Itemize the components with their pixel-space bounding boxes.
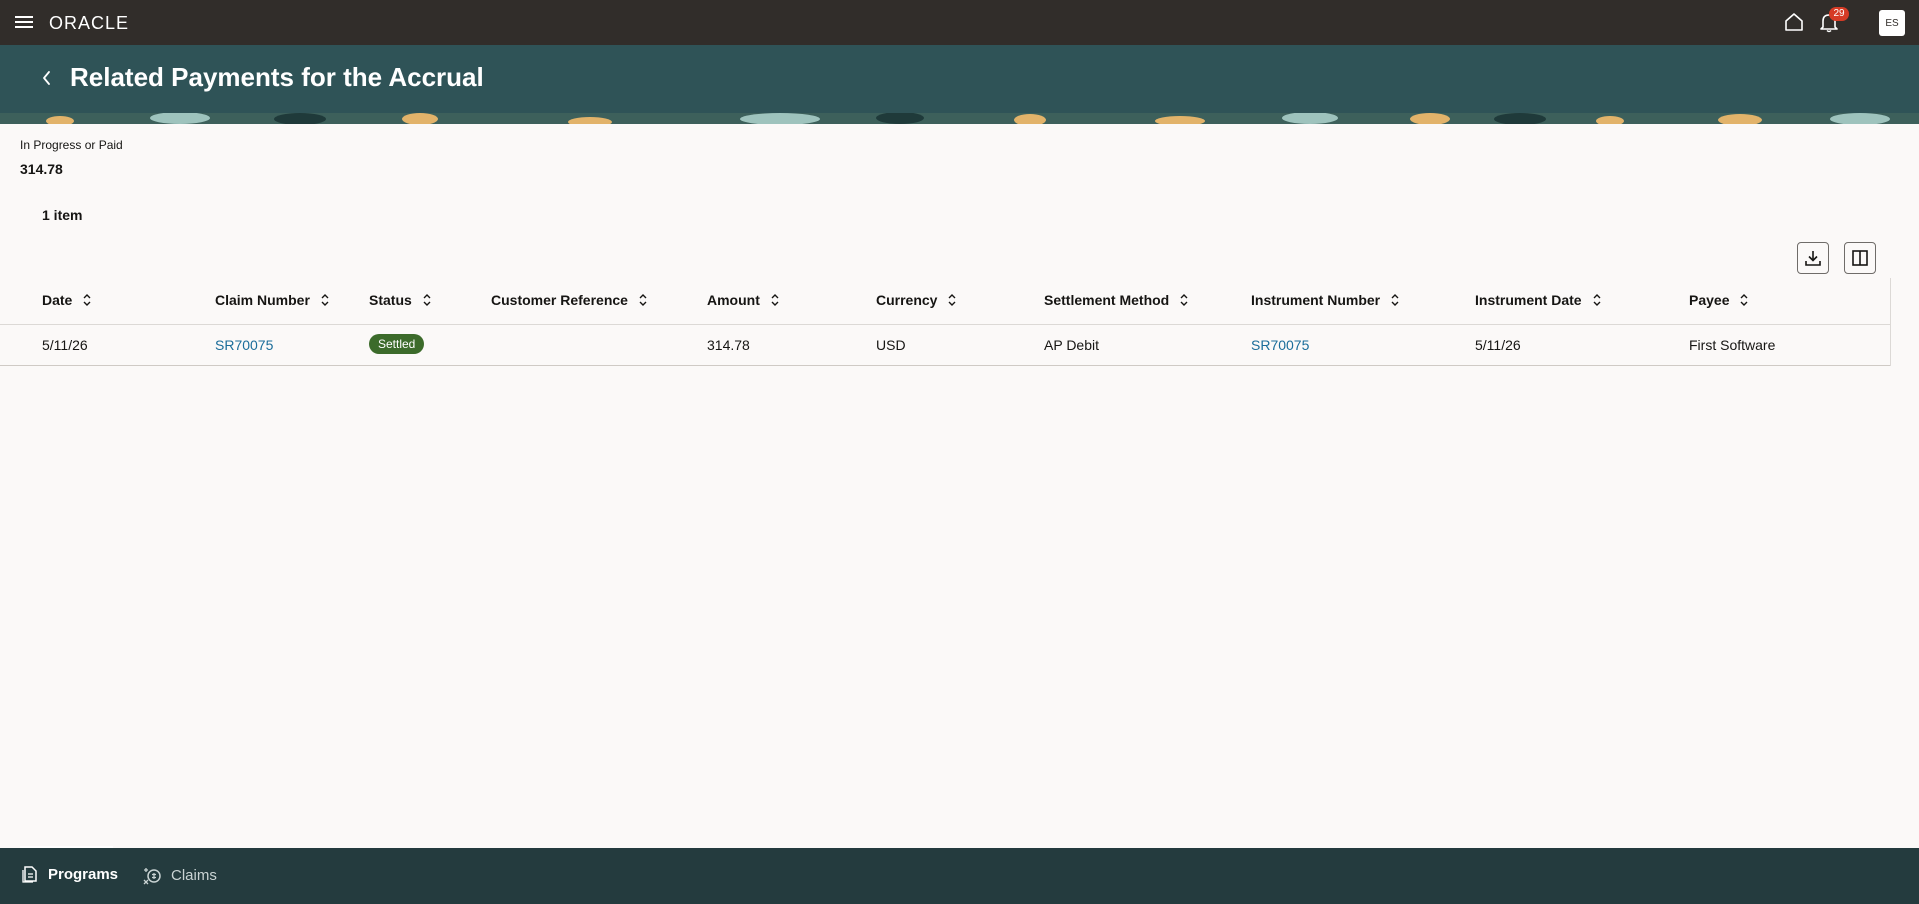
item-count: 1 item [42,207,83,223]
sort-icon [423,294,431,306]
columns-icon [1852,250,1868,266]
menu-icon[interactable] [14,12,34,32]
column-header-claim-number[interactable]: Claim Number [215,292,330,308]
sort-icon [639,294,647,306]
back-icon[interactable] [36,67,58,89]
sort-icon [1593,294,1601,306]
top-bar: ORACLE 29 ES [0,0,1919,45]
column-header-status[interactable]: Status [369,292,432,308]
manage-columns-button[interactable] [1844,242,1876,274]
page-title: Related Payments for the Accrual [70,62,484,92]
column-label: Currency [876,292,938,308]
column-header-payee[interactable]: Payee [1689,292,1749,308]
notification-count-badge: 29 [1829,7,1849,21]
column-header-date[interactable]: Date [42,292,92,308]
column-label: Customer Reference [491,292,628,308]
sort-icon [771,294,779,306]
table-row[interactable]: 5/11/26 SR70075 Settled 314.78 USD AP De… [0,325,1890,366]
cell-instrument-date: 5/11/26 [1475,337,1521,353]
cell-payee: First Software [1689,337,1776,353]
column-label: Instrument Number [1251,292,1381,308]
tab-programs[interactable]: Programs [21,865,118,883]
sort-icon [83,294,91,306]
column-label: Status [369,292,412,308]
column-label: Payee [1689,292,1730,308]
column-header-amount[interactable]: Amount [707,292,780,308]
claim-number-link[interactable]: SR70075 [215,337,273,353]
oracle-logo[interactable]: ORACLE [49,13,129,34]
cell-date: 5/11/26 [42,337,88,353]
summary-label: In Progress or Paid [20,138,123,152]
instrument-number-link[interactable]: SR70075 [1251,337,1309,353]
decorative-banner-pattern [0,113,1919,124]
column-label: Date [42,292,73,308]
tab-claims[interactable]: Claims [142,865,217,885]
column-header-currency[interactable]: Currency [876,292,957,308]
sort-icon [1391,294,1399,306]
status-badge: Settled [369,334,425,354]
column-header-instrument-number[interactable]: Instrument Number [1251,292,1400,308]
column-header-instrument-date[interactable]: Instrument Date [1475,292,1602,308]
sort-icon [321,294,329,306]
export-button[interactable] [1797,242,1829,274]
bottom-navigation: Programs Claims [0,848,1919,904]
page-header: Related Payments for the Accrual [0,45,1919,113]
claims-icon [143,868,161,885]
column-label: Settlement Method [1044,292,1170,308]
programs-icon [22,866,37,883]
user-avatar[interactable]: ES [1879,10,1905,36]
table-right-border [1890,278,1891,366]
download-icon [1805,251,1821,266]
column-header-settlement-method[interactable]: Settlement Method [1044,292,1189,308]
column-label: Amount [707,292,760,308]
table-header-row: Date Claim Number Status Customer Refere… [0,280,1890,325]
sort-icon [1180,294,1188,306]
summary-value: 314.78 [20,161,63,177]
sort-icon [948,294,956,306]
column-header-customer-reference[interactable]: Customer Reference [491,292,648,308]
tab-label: Programs [48,865,119,883]
sort-icon [1740,294,1748,306]
column-label: Instrument Date [1475,292,1582,308]
cell-currency: USD [876,337,906,353]
column-label: Claim Number [215,292,310,308]
cell-settlement-method: AP Debit [1044,337,1099,353]
tab-label: Claims [171,866,217,884]
cell-amount: 314.78 [707,337,750,353]
home-icon[interactable] [1783,11,1805,33]
